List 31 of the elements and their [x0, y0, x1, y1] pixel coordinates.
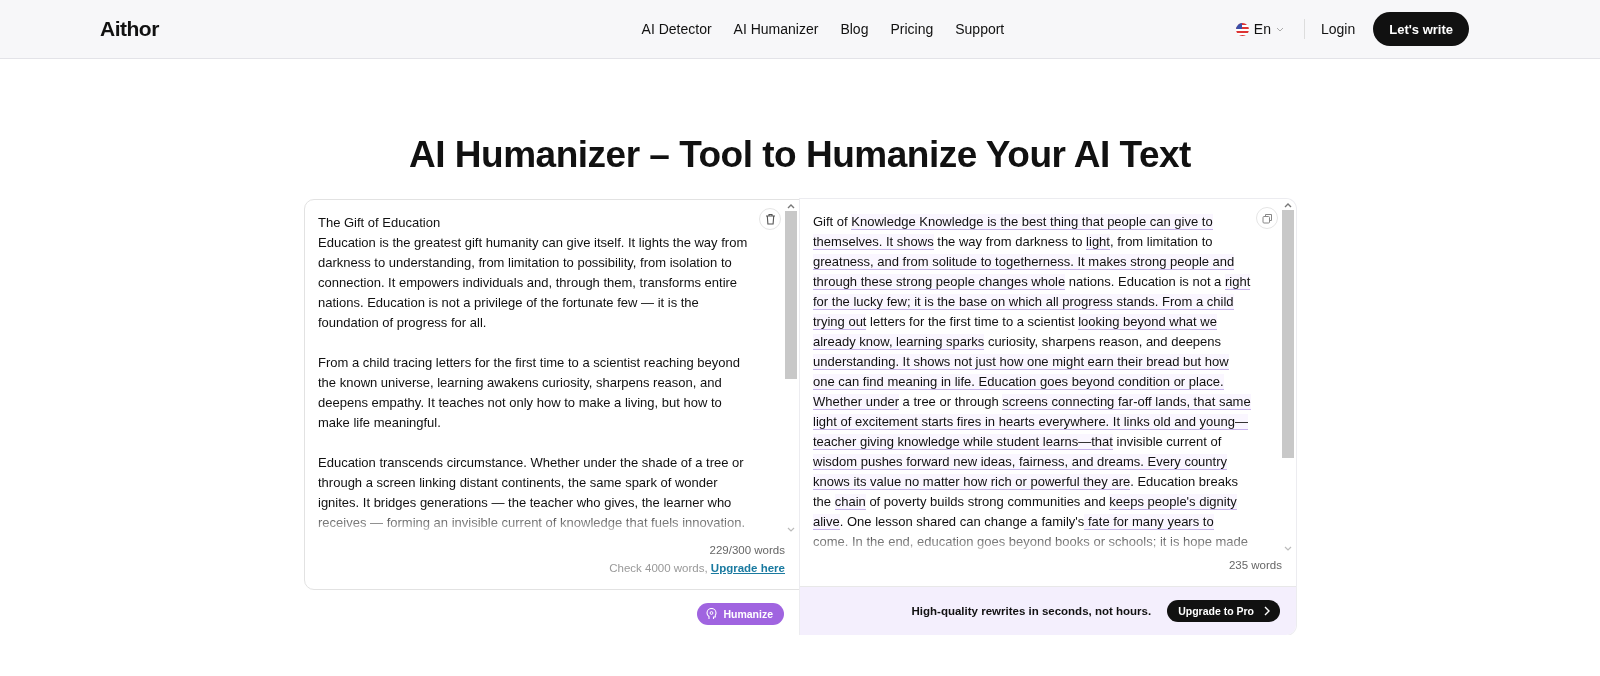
- humanize-button[interactable]: Humanize: [697, 603, 784, 625]
- chevron-down-icon[interactable]: [787, 527, 795, 533]
- chevron-right-icon: [1264, 606, 1270, 616]
- trash-icon: [764, 213, 776, 225]
- word-count: 229/300 words: [708, 543, 785, 558]
- chevron-down-icon[interactable]: [1284, 546, 1292, 552]
- nav-link[interactable]: Pricing: [890, 21, 934, 37]
- word-count: 235 words: [1228, 559, 1282, 571]
- lets-write-button[interactable]: Let's write: [1373, 12, 1469, 46]
- nav-link[interactable]: Support: [955, 21, 1005, 37]
- logo[interactable]: Aithor: [100, 17, 500, 41]
- promo-text: High-quality rewrites in seconds, not hours.: [911, 605, 1152, 617]
- nav-link[interactable]: Blog: [840, 21, 869, 37]
- nav-link[interactable]: AI Detector: [641, 21, 712, 37]
- head-icon: [706, 608, 718, 620]
- copy-icon: [1261, 212, 1273, 224]
- upgrade-to-pro-button[interactable]: Upgrade to Pro: [1167, 600, 1280, 622]
- output-text: Gift of Knowledge Knowledge is the best thing that people can give to themselves. It shows the way from darkness to light, from limitation to greatness, and from solitude to togetherness. It makes strong people and through these strong people changes whole nations. Education is not a right for the lucky few; it is the base on which all progress stands. From a child trying out letters for the first time to a scientist looking beyond what we already know, learning sparks curiosity, sharpens reason, and deepens understanding. It shows not just how one might earn their bread but how one can find meaning in life. Education goes beyond condition or place. Whether under a tree or through screens connecting far-off lands, that same light of excitement starts fires in hearts everywhere. It links old and young—teacher giving knowledge while student learns—that invisible current of wisdom pushes forward new ideas, fairness, and dreams. Every country knows its value no matter how rich or powerful they are. Education breaks the chain of poverty builds strong communities and keeps people's dignity alive. One lesson shared can change a family's fate for many years to come. In the end, education goes beyond books or schools; it is hope made: [813, 213, 1252, 551]
- word-limit-note: Check 4000 words,: [609, 562, 708, 574]
- chevron-down-icon: [1275, 26, 1284, 32]
- chevron-up-icon[interactable]: [787, 203, 795, 209]
- upgrade-link[interactable]: Upgrade here: [710, 562, 785, 574]
- delete-button[interactable]: [759, 208, 781, 230]
- page-title: AI Humanizer – Tool to Humanize Your AI Text: [408, 135, 1192, 175]
- input-text-field[interactable]: The Gift of Education Education is the greatest gift humanity can give itself. It lights the way from darkness to understanding, from limitation to possibility, from isolation to connection. It empowers individuals and, through them, transforms entire nations. Education is not a privilege of the fortunate few — it is the foundation of progress for all. From a child tracing letters for the first time to a scientist reaching beyond the known universe, learning awakens curiosity, sharpens reason, and deepens empathy. It teaches not only how to make a living, but how to make life meaningful. Education transcends circumstance. Whether under the shade of a tree or through a screen linking distant continents, the same spark of wonder ignites. It bridges generations — the teacher who gives, the learner who receives — forming an invisible current of knowledge that fuels innovation.: [318, 213, 755, 533]
- chevron-up-icon[interactable]: [1284, 202, 1292, 208]
- flag-icon: [1235, 22, 1249, 36]
- login-link[interactable]: Login: [1320, 21, 1356, 37]
- copy-button[interactable]: [1256, 207, 1278, 229]
- nav-link[interactable]: AI Humanizer: [733, 21, 819, 37]
- language-selector[interactable]: En: [1235, 21, 1284, 37]
